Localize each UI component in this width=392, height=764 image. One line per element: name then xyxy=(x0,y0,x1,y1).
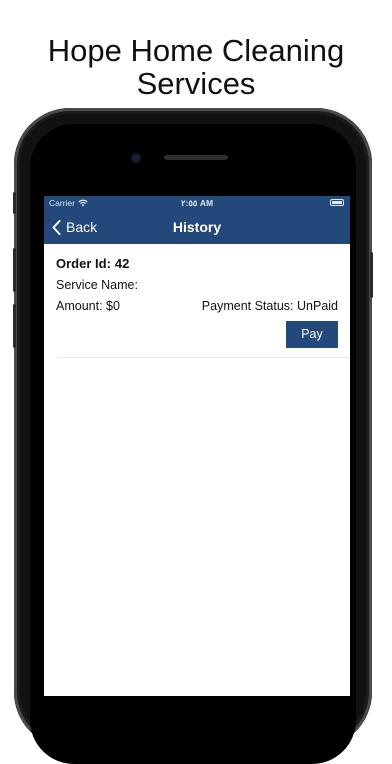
app-screen: Carrier ٢:٥٥ AM Back History Order Id: 42… xyxy=(44,196,350,696)
front-camera xyxy=(132,154,140,162)
order-id-value: 42 xyxy=(114,256,130,271)
order-list-item: Order Id: 42 Service Name: Amount: $0 Pay… xyxy=(44,244,350,358)
volume-down-button xyxy=(13,304,16,348)
service-name-label: Service Name: xyxy=(56,278,138,292)
amount: Amount: $0 xyxy=(56,299,120,313)
silent-switch xyxy=(13,192,16,214)
earpiece-speaker xyxy=(164,155,228,160)
amount-label: Amount: xyxy=(56,299,103,313)
order-id-label: Order Id: xyxy=(56,256,111,271)
row-separator xyxy=(58,357,350,358)
status-time: ٢:٥٥ AM xyxy=(180,198,214,208)
promo-title: Hope Home Cleaning Services xyxy=(47,33,345,101)
navigation-bar: Back History xyxy=(44,210,350,244)
power-button xyxy=(370,252,373,298)
service-name: Service Name: xyxy=(56,278,138,292)
amount-value: $0 xyxy=(106,299,120,313)
volume-up-button xyxy=(13,248,16,292)
payment-status: Payment Status: UnPaid xyxy=(202,299,338,313)
payment-status-label: Payment Status: xyxy=(201,299,294,313)
page-title: History xyxy=(172,219,222,235)
order-id: Order Id: 42 xyxy=(56,256,129,271)
pay-button[interactable]: Pay xyxy=(286,321,338,348)
battery-icon xyxy=(330,199,344,206)
payment-status-value: UnPaid xyxy=(297,299,338,313)
status-bar: Carrier ٢:٥٥ AM xyxy=(44,196,350,210)
